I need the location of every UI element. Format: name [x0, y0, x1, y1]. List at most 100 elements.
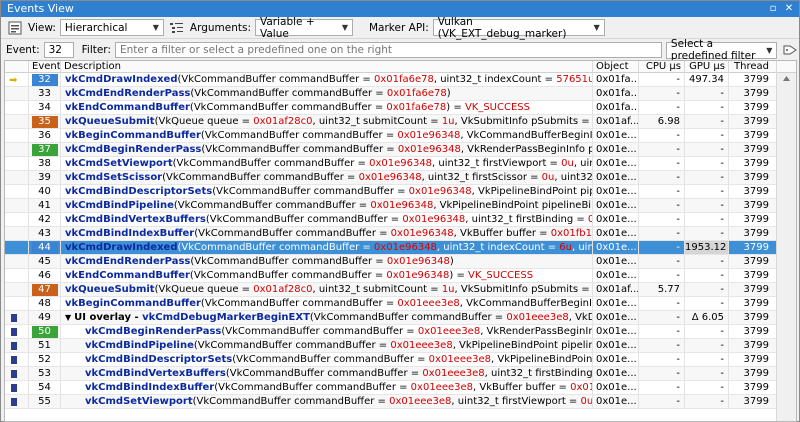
row-icon-cell — [5, 297, 29, 310]
event-number: 39 — [29, 171, 61, 184]
expand-tree-icon[interactable] — [168, 19, 186, 36]
thread-id: 3799 — [729, 143, 777, 156]
object-handle: 0x01af... — [593, 115, 639, 128]
table-row[interactable]: 49 ▼ UI overlay - vkCmdDebugMarkerBeginEXT… — [5, 311, 796, 325]
debug-marker-icon — [11, 314, 17, 322]
tag-icon[interactable] — [781, 42, 799, 59]
predefined-filter-dropdown[interactable]: Select a predefined filter ▼ — [665, 38, 778, 62]
table-row[interactable]: 51 vkCmdBindPipeline(VkCommandBuffer comm… — [5, 339, 796, 353]
gpu-time: - — [685, 213, 729, 226]
table-header: Event ▼ Description Object CPU µs GPU µs… — [5, 61, 796, 73]
thread-id: 3799 — [729, 115, 777, 128]
event-number: 40 — [29, 185, 61, 198]
gpu-time: - — [685, 157, 729, 170]
header-description[interactable]: Description — [61, 61, 593, 73]
table-row[interactable]: 46 vkEndCommandBuffer(VkCommandBuffer com… — [5, 269, 796, 283]
object-handle: 0x01e... — [593, 227, 639, 240]
header-gpu[interactable]: GPU µs — [685, 61, 729, 73]
gpu-time: - — [685, 227, 729, 240]
event-number: 43 — [29, 227, 61, 240]
collapse-arrow-icon[interactable]: ▼ — [65, 313, 71, 322]
event-description: ▼ UI overlay - vkCmdDebugMarkerBeginEXT(V… — [61, 311, 593, 324]
gpu-time: - — [685, 171, 729, 184]
row-icon-cell — [5, 143, 29, 156]
close-icon[interactable]: ✕ — [783, 3, 795, 15]
event-number: 50 — [29, 325, 61, 338]
scroll-up-arrow-icon[interactable] — [782, 73, 791, 85]
table-row[interactable]: 42 vkCmdBindVertexBuffers(VkCommandBuffer… — [5, 213, 796, 227]
restore-icon[interactable]: ▫ — [767, 3, 779, 15]
event-number: 32 — [29, 73, 61, 86]
table-row[interactable]: 39 vkCmdSetScissor(VkCommandBuffer comman… — [5, 171, 796, 185]
filter-input[interactable] — [114, 42, 662, 58]
event-description: vkCmdBindPipeline(VkCommandBuffer comman… — [61, 199, 593, 212]
gpu-time: - — [685, 87, 729, 100]
event-number: 34 — [29, 101, 61, 114]
row-icon-cell — [5, 283, 29, 296]
event-description: vkCmdSetScissor(VkCommandBuffer commandB… — [61, 171, 593, 184]
table-row[interactable]: 33 vkCmdEndRenderPass(VkCommandBuffer com… — [5, 87, 796, 101]
table-row[interactable]: 43 vkCmdBindIndexBuffer(VkCommandBuffer c… — [5, 227, 796, 241]
table-row[interactable]: ➡ 32 vkCmdDrawIndexed(VkCommandBuffer comm… — [5, 73, 796, 87]
table-row[interactable]: 36 vkBeginCommandBuffer(VkCommandBuffer c… — [5, 129, 796, 143]
cpu-time: - — [639, 325, 685, 338]
gpu-time: - — [685, 185, 729, 198]
event-description: vkCmdBindIndexBuffer(VkCommandBuffer com… — [61, 381, 593, 394]
table-row[interactable]: 53 vkCmdBindVertexBuffers(VkCommandBuffer… — [5, 367, 796, 381]
row-icon-cell — [5, 325, 29, 338]
thread-id: 3799 — [729, 395, 777, 408]
row-icon-cell — [5, 381, 29, 394]
thread-id: 3799 — [729, 213, 777, 226]
cpu-time: - — [639, 269, 685, 282]
gpu-time: - — [685, 283, 729, 296]
header-object[interactable]: Object — [593, 61, 639, 73]
cpu-time: - — [639, 101, 685, 114]
debug-marker-icon — [11, 328, 17, 336]
row-icon-cell — [5, 157, 29, 170]
arguments-dropdown[interactable]: Variable + Value ▼ — [255, 16, 353, 40]
object-handle: 0x01e... — [593, 367, 639, 380]
event-description: vkCmdBindIndexBuffer(VkCommandBuffer com… — [61, 227, 593, 240]
table-row[interactable]: 54 vkCmdBindIndexBuffer(VkCommandBuffer c… — [5, 381, 796, 395]
table-row[interactable]: 35 vkQueueSubmit(VkQueue queue = 0x01af28… — [5, 115, 796, 129]
table-row[interactable]: 38 vkCmdSetViewport(VkCommandBuffer comma… — [5, 157, 796, 171]
thread-id: 3799 — [729, 73, 777, 86]
event-description: vkCmdBindDescriptorSets(VkCommandBuffer … — [61, 185, 593, 198]
cpu-time: - — [639, 381, 685, 394]
table-row[interactable]: 41 vkCmdBindPipeline(VkCommandBuffer comm… — [5, 199, 796, 213]
table-row[interactable]: 48 vkBeginCommandBuffer(VkCommandBuffer c… — [5, 297, 796, 311]
thread-id: 3799 — [729, 269, 777, 282]
row-icon-cell — [5, 227, 29, 240]
window-title: Events View — [7, 2, 74, 15]
event-number-field[interactable] — [43, 42, 74, 58]
gpu-time: Δ 6.05 — [685, 311, 729, 324]
table-row[interactable]: 50 vkCmdBeginRenderPass(VkCommandBuffer c… — [5, 325, 796, 339]
row-icon-cell — [5, 367, 29, 380]
table-row[interactable]: 37 vkCmdBeginRenderPass(VkCommandBuffer c… — [5, 143, 796, 157]
gpu-time: - — [685, 395, 729, 408]
table-row[interactable]: 55 vkCmdSetViewport(VkCommandBuffer comma… — [5, 395, 796, 409]
table-row[interactable]: 52 vkCmdBindDescriptorSets(VkCommandBuffe… — [5, 353, 796, 367]
view-dropdown[interactable]: Hierarchical ▼ — [59, 19, 164, 36]
table-row[interactable]: 47 vkQueueSubmit(VkQueue queue = 0x01af28… — [5, 283, 796, 297]
header-cpu[interactable]: CPU µs — [639, 61, 685, 73]
header-thread[interactable]: Thread — [729, 61, 777, 73]
event-description: vkEndCommandBuffer(VkCommandBuffer comma… — [61, 269, 593, 282]
gpu-time: 497.34 — [685, 73, 729, 86]
row-icon-cell — [5, 255, 29, 268]
cpu-time: - — [639, 339, 685, 352]
table-row[interactable]: 34 vkEndCommandBuffer(VkCommandBuffer com… — [5, 101, 796, 115]
filter-bar: Event: Filter: Select a predefined filte… — [1, 38, 799, 62]
event-description: vkCmdBindVertexBuffers(VkCommandBuffer c… — [61, 213, 593, 226]
object-handle: 0x01e... — [593, 325, 639, 338]
vertical-scrollbar[interactable] — [776, 73, 796, 421]
table-row[interactable]: 44 vkCmdDrawIndexed(VkCommandBuffer comma… — [5, 241, 796, 255]
table-row[interactable]: 40 vkCmdBindDescriptorSets(VkCommandBuffe… — [5, 185, 796, 199]
table-row[interactable]: 45 vkCmdEndRenderPass(VkCommandBuffer com… — [5, 255, 796, 269]
settings-icon[interactable] — [6, 19, 24, 36]
header-event[interactable]: Event ▼ — [29, 61, 61, 73]
object-handle: 0x01fa... — [593, 101, 639, 114]
thread-id: 3799 — [729, 367, 777, 380]
object-handle: 0x01e... — [593, 213, 639, 226]
marker-api-dropdown[interactable]: Vulkan (VK_EXT_debug_marker) ▼ — [432, 16, 605, 40]
